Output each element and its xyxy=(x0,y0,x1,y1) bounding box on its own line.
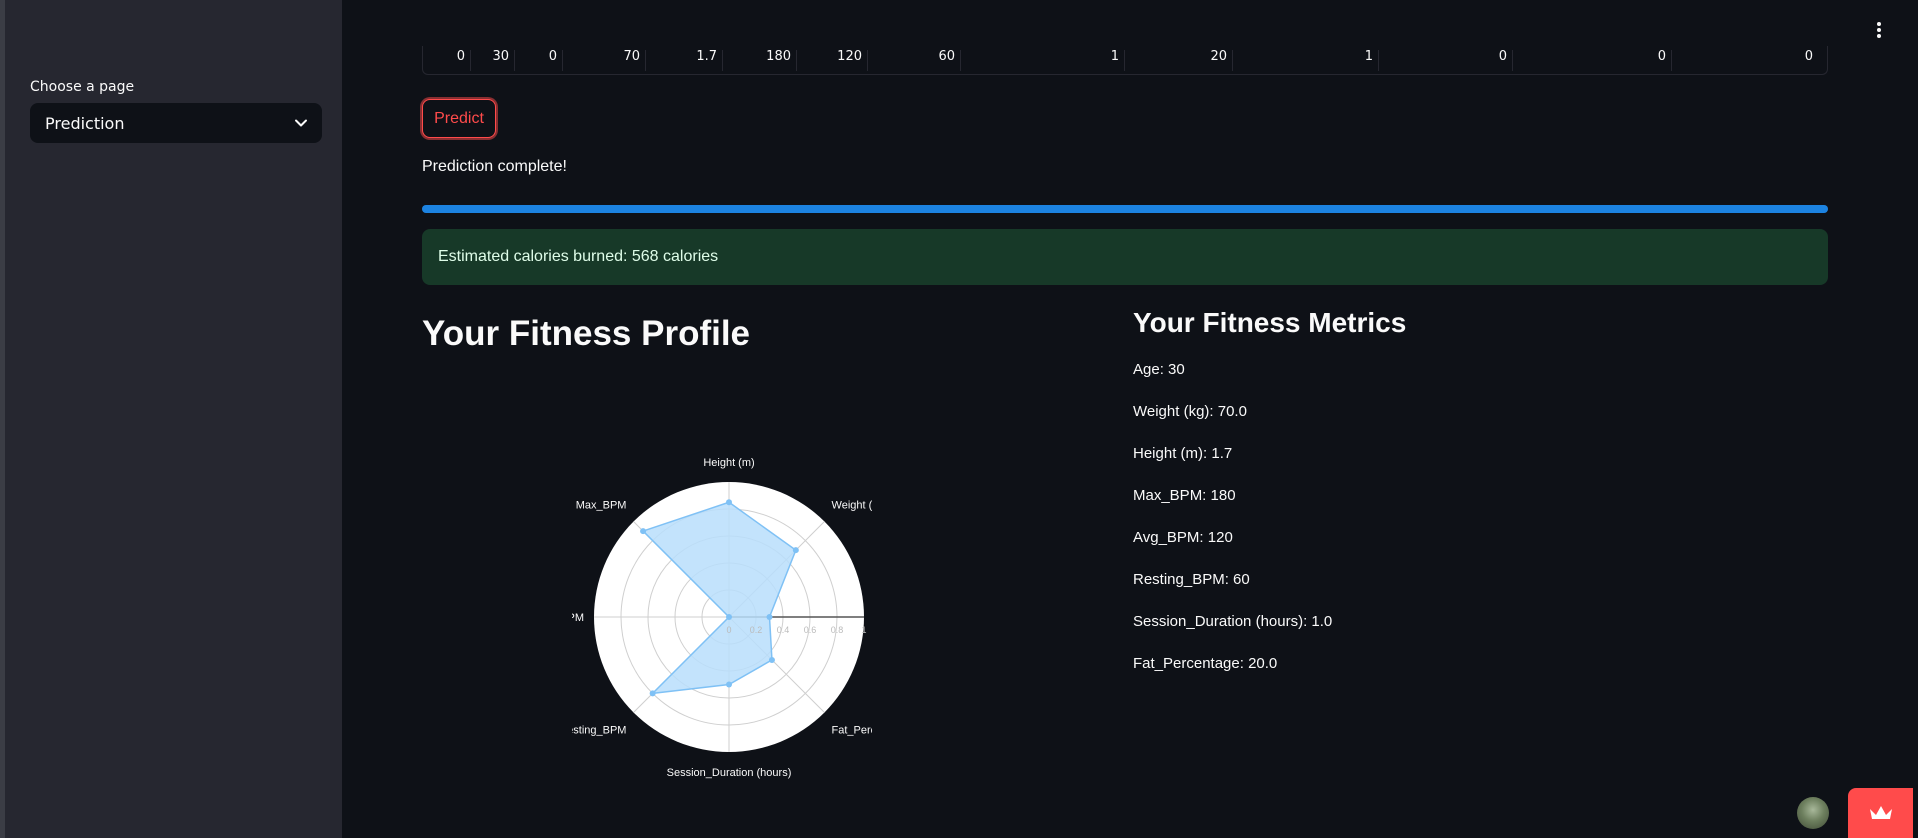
metrics-title: Your Fitness Metrics xyxy=(1133,307,1407,338)
main-content: 0 30 0 70 1.7 180 120 60 1 20 1 0 0 0 Pr… xyxy=(342,0,1918,838)
table-cell: 0 xyxy=(1513,50,1672,71)
radar-point xyxy=(640,528,647,535)
metric-fat-percentage: Fat_Percentage: 20.0 xyxy=(1133,655,1278,672)
radar-axis-label: Avg_BPM xyxy=(572,612,584,624)
radar-axis-label: Fat_Percentage xyxy=(832,725,872,737)
table-cell: 180 xyxy=(723,50,797,71)
fitness-radar-chart: 00.20.40.60.81AgeWeight (kg)Height (m)Ma… xyxy=(572,457,872,779)
table-cell: 120 xyxy=(797,50,868,71)
metric-session-duration: Session_Duration (hours): 1.0 xyxy=(1133,613,1333,630)
input-data-table[interactable]: 0 30 0 70 1.7 180 120 60 1 20 1 0 0 0 xyxy=(422,46,1828,75)
page-select[interactable]: Prediction xyxy=(30,103,322,143)
radar-tick-label: 0.8 xyxy=(831,625,844,635)
status-message: Prediction complete! xyxy=(422,158,567,175)
radar-point xyxy=(792,547,799,554)
result-text: Estimated calories burned: 568 calories xyxy=(438,248,719,265)
table-cell: 0 xyxy=(515,50,563,71)
radar-axis-label: Max_BPM xyxy=(576,499,627,511)
table-cell: 0 xyxy=(423,50,471,71)
page-select-value: Prediction xyxy=(45,113,125,133)
radar-tick-label: 0 xyxy=(726,625,731,635)
profile-title: Your Fitness Profile xyxy=(422,314,751,353)
table-cell: 30 xyxy=(471,50,515,71)
progress-fill xyxy=(422,205,1828,213)
radar-point xyxy=(649,690,656,697)
radar-axis-label: Resting_BPM xyxy=(572,725,626,737)
metric-avg-bpm: Avg_BPM: 120 xyxy=(1133,529,1233,546)
sidebar: Choose a page Prediction xyxy=(0,0,342,838)
radar-axis-label: Session_Duration (hours) xyxy=(667,767,792,779)
radar-point xyxy=(726,614,732,620)
radar-tick-label: 0.4 xyxy=(777,625,790,635)
radar-axis-label: Weight (kg) xyxy=(832,499,872,511)
table-cell: 60 xyxy=(868,50,961,71)
table-cell: 0 xyxy=(1804,49,1813,64)
table-cell: 20 xyxy=(1125,50,1233,71)
metric-age: Age: 30 xyxy=(1133,361,1185,378)
metric-max-bpm: Max_BPM: 180 xyxy=(1133,487,1236,504)
avatar[interactable] xyxy=(1797,797,1829,829)
table-cell: 1 xyxy=(1233,50,1379,71)
metrics-list: Age: 30 Weight (kg): 70.0 Height (m): 1.… xyxy=(1133,360,1733,696)
predict-button[interactable]: Predict xyxy=(422,99,496,138)
metric-resting-bpm: Resting_BPM: 60 xyxy=(1133,571,1250,588)
metric-weight: Weight (kg): 70.0 xyxy=(1133,403,1247,420)
page-select-label: Choose a page xyxy=(30,79,135,95)
progress-bar xyxy=(422,205,1828,213)
metric-height: Height (m): 1.7 xyxy=(1133,445,1233,462)
radar-tick-label: 0.2 xyxy=(750,625,763,635)
radar-point xyxy=(726,499,732,506)
chevron-down-icon xyxy=(295,119,307,127)
radar-tick-label: 1 xyxy=(861,625,866,635)
table-cell: 1.7 xyxy=(646,50,723,71)
crown-icon[interactable] xyxy=(1848,788,1913,838)
radar-point xyxy=(768,656,775,663)
table-cell: 1 xyxy=(961,50,1125,71)
table-cell: 70 xyxy=(563,50,646,71)
more-vertical-icon[interactable] xyxy=(1874,20,1884,40)
table-cell: 0 xyxy=(1379,50,1513,71)
radar-point xyxy=(726,681,732,688)
result-alert: Estimated calories burned: 568 calories xyxy=(422,229,1828,285)
radar-point xyxy=(766,614,773,620)
radar-axis-label: Height (m) xyxy=(703,457,754,469)
radar-tick-label: 0.6 xyxy=(804,625,817,635)
